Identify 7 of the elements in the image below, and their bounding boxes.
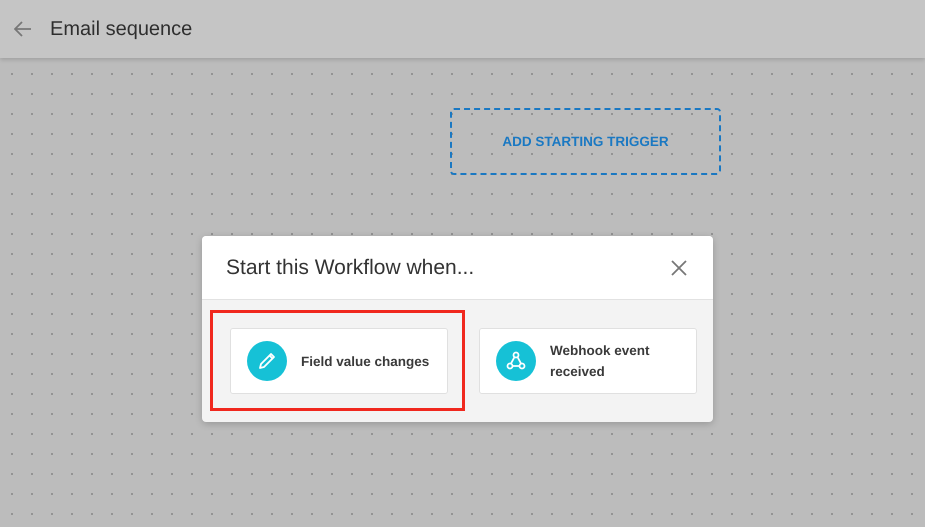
webhook-icon [496,341,536,381]
pencil-icon [247,341,287,381]
trigger-option[interactable]: Field value changes [230,328,448,394]
dialog-title: Start this Workflow when... [226,256,474,280]
trigger-option[interactable]: Webhook event received [479,328,697,394]
close-button[interactable] [669,258,689,278]
page-title: Email sequence [50,18,192,40]
